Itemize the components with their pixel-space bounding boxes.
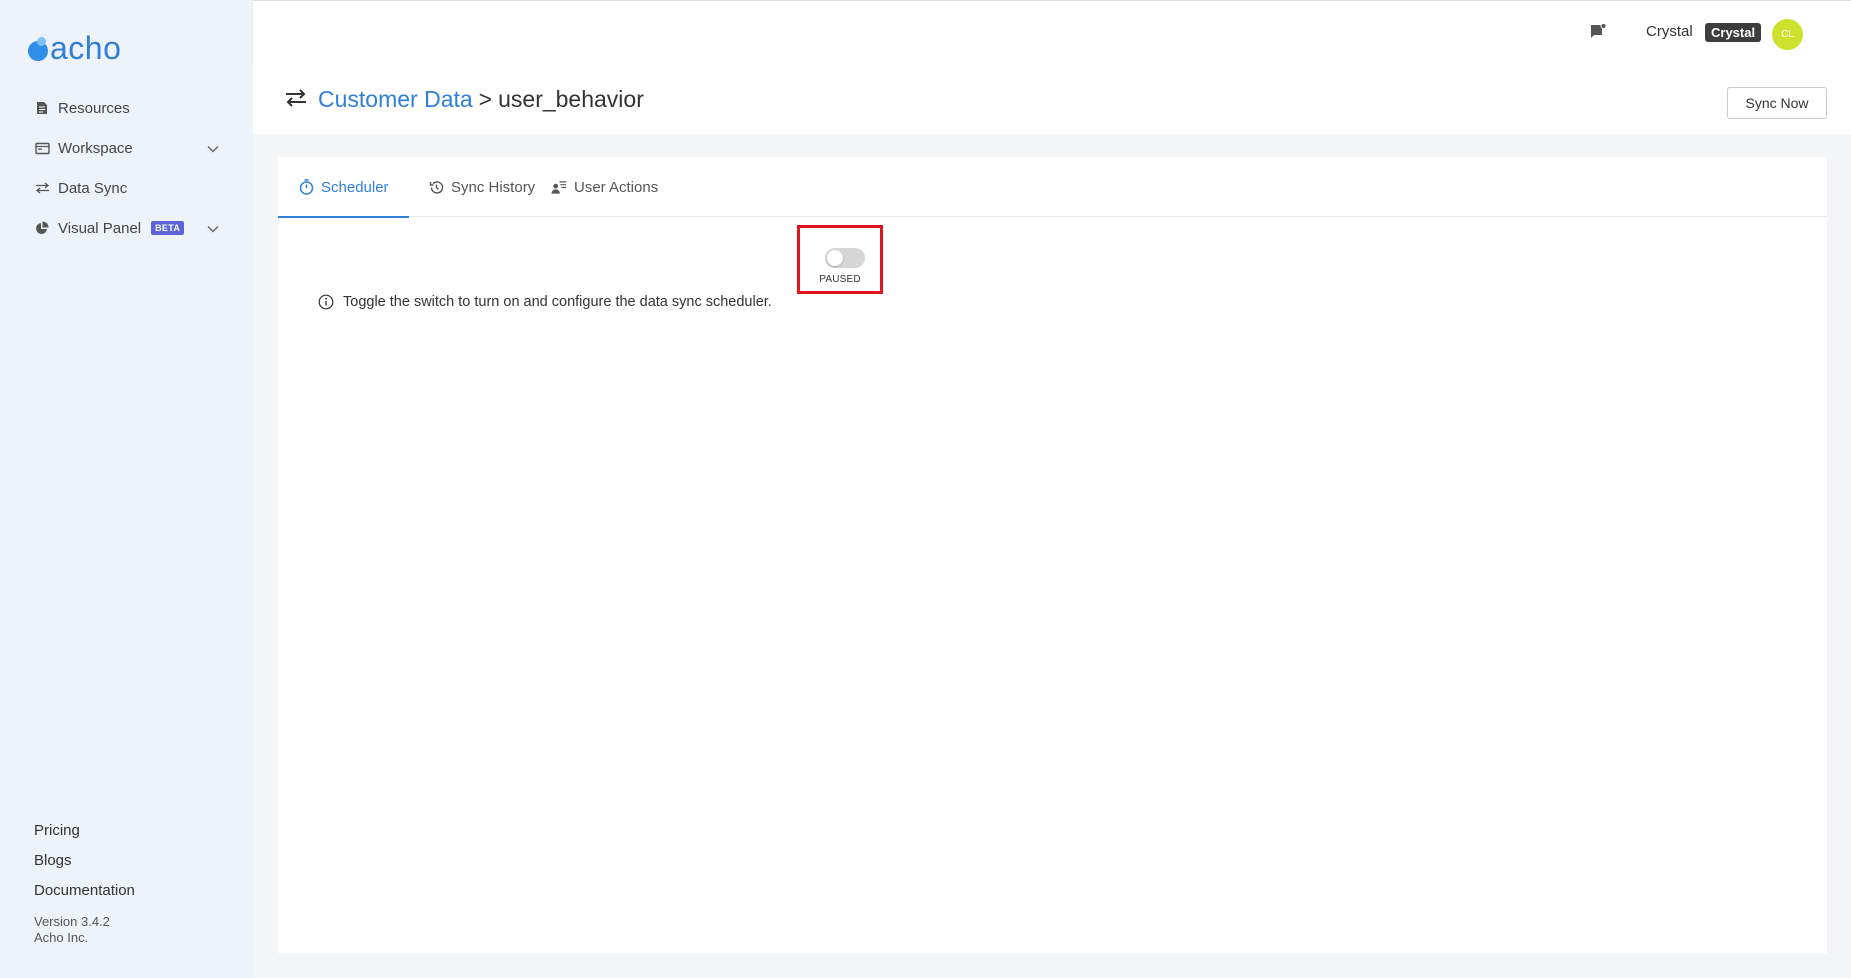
history-icon [428,179,444,195]
company-text: Acho Inc. [34,930,89,945]
pricing-link[interactable]: Pricing [34,816,234,846]
top-bar: Crystal Crystal CL [253,0,1851,61]
user-badge: Crystal [1705,23,1762,42]
scheduler-card: Scheduler Sync History User Actions PAUS… [278,157,1827,953]
pie-chart-icon [34,220,50,236]
sync-now-button[interactable]: Sync Now [1727,87,1827,119]
scheduler-info-message: Toggle the switch to turn on and configu… [318,294,772,310]
tab-label: Sync History [451,178,536,196]
folder-icon [34,140,50,156]
logo-mark-icon [28,37,48,61]
toggle-knob [827,250,843,266]
scheduler-toggle-switch[interactable] [825,248,865,268]
logo-text: acho [50,30,122,66]
sidebar-item-data-sync[interactable]: Data Sync [0,168,253,208]
documentation-link[interactable]: Documentation [34,876,234,906]
breadcrumb-parent-link[interactable]: Customer Data [318,86,473,112]
document-icon [34,100,50,116]
sidebar-item-label: Workspace [58,139,133,157]
page-header: Customer Data > user_behavior Sync Now [253,61,1851,134]
sidebar: acho Resources Workspace Data Sync Visua… [0,0,253,978]
feedback-flag-icon[interactable] [1588,23,1608,43]
sidebar-item-workspace[interactable]: Workspace [0,128,253,168]
scheduler-toggle-highlight: PAUSED [797,225,883,294]
user-list-icon [551,179,567,195]
avatar[interactable]: CL [1772,19,1803,50]
sidebar-nav: Resources Workspace Data Sync Visual Pan… [0,88,253,248]
chevron-down-icon[interactable] [207,140,219,157]
tab-label: Scheduler [321,178,389,196]
beta-badge: BETA [151,221,185,235]
acho-logo[interactable]: acho [28,30,121,67]
sync-arrows-icon [285,89,307,107]
tab-scheduler[interactable]: Scheduler [278,157,409,218]
blogs-link[interactable]: Blogs [34,846,234,876]
tab-bar: Scheduler Sync History User Actions [278,157,1827,218]
sync-arrows-icon [34,180,50,196]
tab-user-actions[interactable]: User Actions [531,157,678,217]
stopwatch-icon [298,179,314,195]
info-icon [318,294,334,310]
tab-label: User Actions [574,178,659,196]
version-text: Version 3.4.2 [34,914,110,929]
sidebar-item-resources[interactable]: Resources [0,88,253,128]
info-text: Toggle the switch to turn on and configu… [343,294,772,310]
chevron-down-icon[interactable] [207,220,219,237]
sidebar-footer: Pricing Blogs Documentation Version 3.4.… [34,816,234,946]
version-info: Version 3.4.2 Acho Inc. [34,914,234,946]
toggle-status-label: PAUSED [819,274,861,285]
sidebar-item-label: Resources [58,99,130,117]
sidebar-item-label: Data Sync [58,179,128,197]
breadcrumb-separator: > [478,86,493,112]
username[interactable]: Crystal [1646,23,1693,40]
breadcrumb: Customer Data > user_behavior [318,86,644,113]
sidebar-item-label: Visual Panel [58,219,142,237]
sidebar-item-visual-panel[interactable]: Visual Panel BETA [0,208,253,248]
breadcrumb-current: user_behavior [498,86,644,112]
